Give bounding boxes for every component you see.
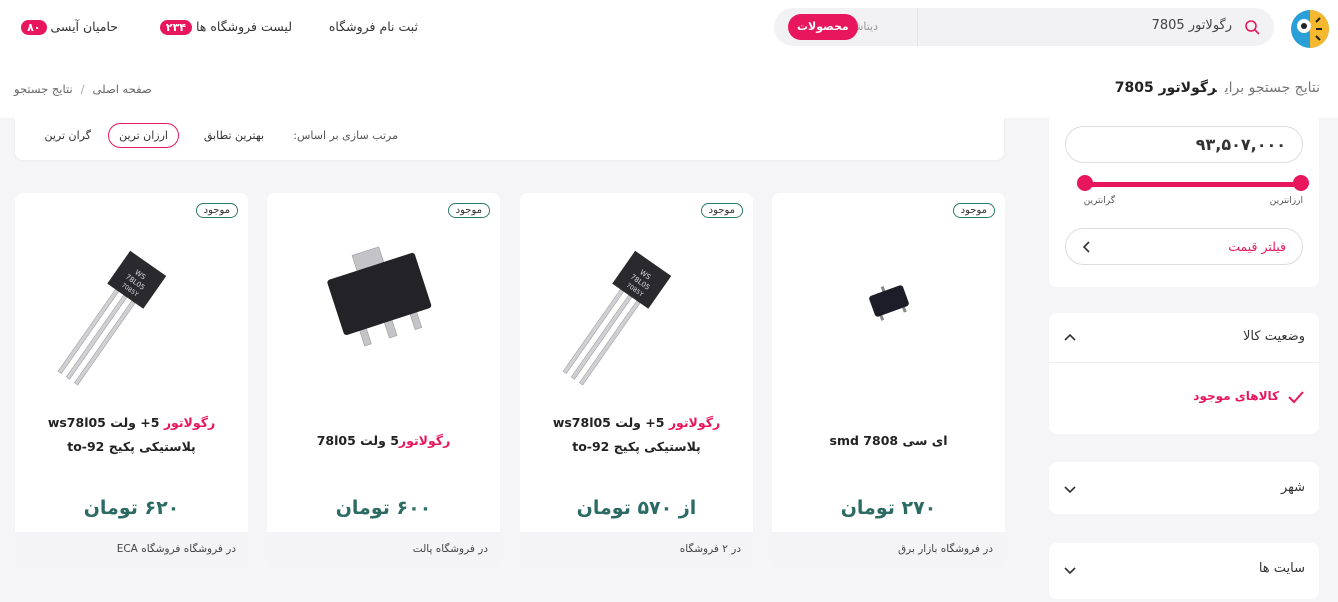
nav-store-list-label: لیست فروشگاه ها [196, 19, 292, 34]
product-price: ۲۷۰ تومان [840, 497, 937, 519]
sort-bar: مرتب سازی بر اساس: بهترین تطابق ارزان تر… [15, 118, 1004, 160]
product-image[interactable]: WS 78L05 7085Y [15, 193, 248, 393]
check-icon [1288, 390, 1304, 403]
filter-city[interactable]: شهر [1049, 462, 1319, 514]
results-header: نتایج جستجو برای رگولاتور 7805 صفحه اصلی /… [0, 58, 1338, 118]
product-card[interactable]: WS 78L05 7085Y موجود رگولاتور 5+ ولت ws7… [15, 193, 248, 569]
store-count-badge: ۲۳۴ [159, 20, 193, 35]
product-title-text: 5 ولت 78l05 [316, 433, 399, 448]
search-divider [917, 8, 918, 46]
slider-label-cheapest: ارزانترین [1269, 196, 1303, 206]
filter-status-title[interactable]: وضعیت کالا [1243, 329, 1305, 344]
filter-product-status: وضعیت کالا کالاهای موجود [1049, 313, 1319, 434]
sort-best-match[interactable]: بهترین تطابق [204, 129, 264, 142]
chevron-down-icon [1064, 567, 1076, 575]
product-card[interactable]: موجود ای سی 7808 smd ۲۷۰ تومان در فروشگا… [772, 193, 1005, 569]
price-filter-panel: ۹۳,۵۰۷,۰۰۰ ارزانترین گرانترین فیلتر قیمت [1049, 118, 1319, 287]
results-query: رگولاتور 7805 [1114, 80, 1217, 96]
product-title-text: ای سی 7808 smd [829, 433, 948, 448]
price-slider-min-handle[interactable] [1293, 175, 1309, 191]
breadcrumb-home[interactable]: صفحه اصلی [93, 82, 152, 96]
product-price: ۶۲۰ تومان [83, 497, 180, 519]
search-icon[interactable] [1244, 19, 1260, 35]
stock-badge: موجود [700, 203, 743, 218]
product-image[interactable] [772, 193, 1005, 393]
top-header: رگولاتور 7805 دیتاشیت محصولات ثبت نام فر… [0, 0, 1338, 58]
price-filter-label: فیلتر قیمت [1228, 239, 1286, 254]
stock-badge: موجود [195, 203, 238, 218]
chevron-left-icon [1082, 241, 1090, 253]
search-input[interactable]: رگولاتور 7805 [1152, 18, 1232, 33]
nav-register-store[interactable]: ثبت نام فروشگاه [329, 19, 418, 34]
product-card[interactable]: WS 78L05 7085Y موجود رگولاتور 5+ ولت ws7… [520, 193, 753, 569]
search-bar: رگولاتور 7805 دیتاشیت محصولات [774, 8, 1274, 46]
product-store[interactable]: در ۲ فروشگاه [520, 532, 753, 569]
product-title-highlight: رگولاتور [398, 433, 451, 448]
chevron-up-icon[interactable] [1063, 331, 1077, 345]
tab-products[interactable]: محصولات [788, 14, 858, 40]
product-card[interactable]: موجود رگولاتور5 ولت 78l05 ۶۰۰ تومان در ف… [267, 193, 500, 569]
nav-sponsors[interactable]: حامیان آیسی ۸۰ [15, 19, 118, 35]
chevron-down-icon [1064, 486, 1076, 494]
breadcrumb: صفحه اصلی / نتایج جستجو [14, 82, 152, 96]
sort-cheapest[interactable]: ارزان ترین [108, 123, 179, 148]
product-title[interactable]: رگولاتور5 ولت 78l05 [277, 429, 490, 453]
sort-label: مرتب سازی بر اساس: [293, 129, 398, 142]
stock-badge: موجود [952, 203, 995, 218]
product-store[interactable]: در فروشگاه فروشگاه ECA [15, 532, 248, 569]
site-logo[interactable] [1286, 8, 1332, 50]
stock-badge: موجود [447, 203, 490, 218]
product-image[interactable] [267, 193, 500, 393]
product-price: از ۵۷۰ تومان [576, 497, 697, 519]
product-price: ۶۰۰ تومان [335, 497, 432, 519]
product-store[interactable]: در فروشگاه پالت [267, 532, 500, 569]
price-filter-button[interactable]: فیلتر قیمت [1065, 228, 1303, 265]
results-prefix: نتایج جستجو برای [1224, 80, 1320, 96]
product-image[interactable]: WS 78L05 7085Y [520, 193, 753, 393]
slider-label-expensive: گرانترین [1083, 196, 1115, 206]
product-title-highlight: رگولاتور [163, 415, 216, 430]
breadcrumb-separator: / [80, 82, 85, 96]
product-title[interactable]: رگولاتور 5+ ولت ws78l05 پلاستیکی پکیج to… [25, 411, 238, 459]
price-slider-track[interactable] [1077, 182, 1301, 187]
max-price-field[interactable]: ۹۳,۵۰۷,۰۰۰ [1065, 126, 1303, 163]
filter-sites-title: سایت ها [1258, 561, 1305, 576]
product-store[interactable]: در فروشگاه بازار برق [772, 532, 1005, 569]
product-title[interactable]: رگولاتور 5+ ولت ws78l05 پلاستیکی پکیج to… [530, 411, 743, 459]
nav-store-list[interactable]: لیست فروشگاه ها ۲۳۴ [154, 19, 292, 35]
nav-sponsors-label: حامیان آیسی [50, 19, 119, 34]
filter-divider [1049, 362, 1319, 363]
product-title-highlight: رگولاتور [668, 415, 721, 430]
filter-option-label: کالاهای موجود [1193, 389, 1279, 403]
price-slider-max-handle[interactable] [1077, 175, 1093, 191]
results-title: نتایج جستجو برای رگولاتور 7805 [1115, 80, 1320, 96]
product-title[interactable]: ای سی 7808 smd [782, 429, 995, 453]
filter-city-title: شهر [1280, 480, 1305, 495]
filter-sites[interactable]: سایت ها [1049, 543, 1319, 599]
sort-most-expensive[interactable]: گران ترین [44, 129, 91, 142]
sponsor-count-badge: ۸۰ [21, 20, 47, 35]
filter-option-in-stock[interactable]: کالاهای موجود [1193, 389, 1305, 404]
breadcrumb-current: نتایج جستجو [14, 82, 73, 96]
